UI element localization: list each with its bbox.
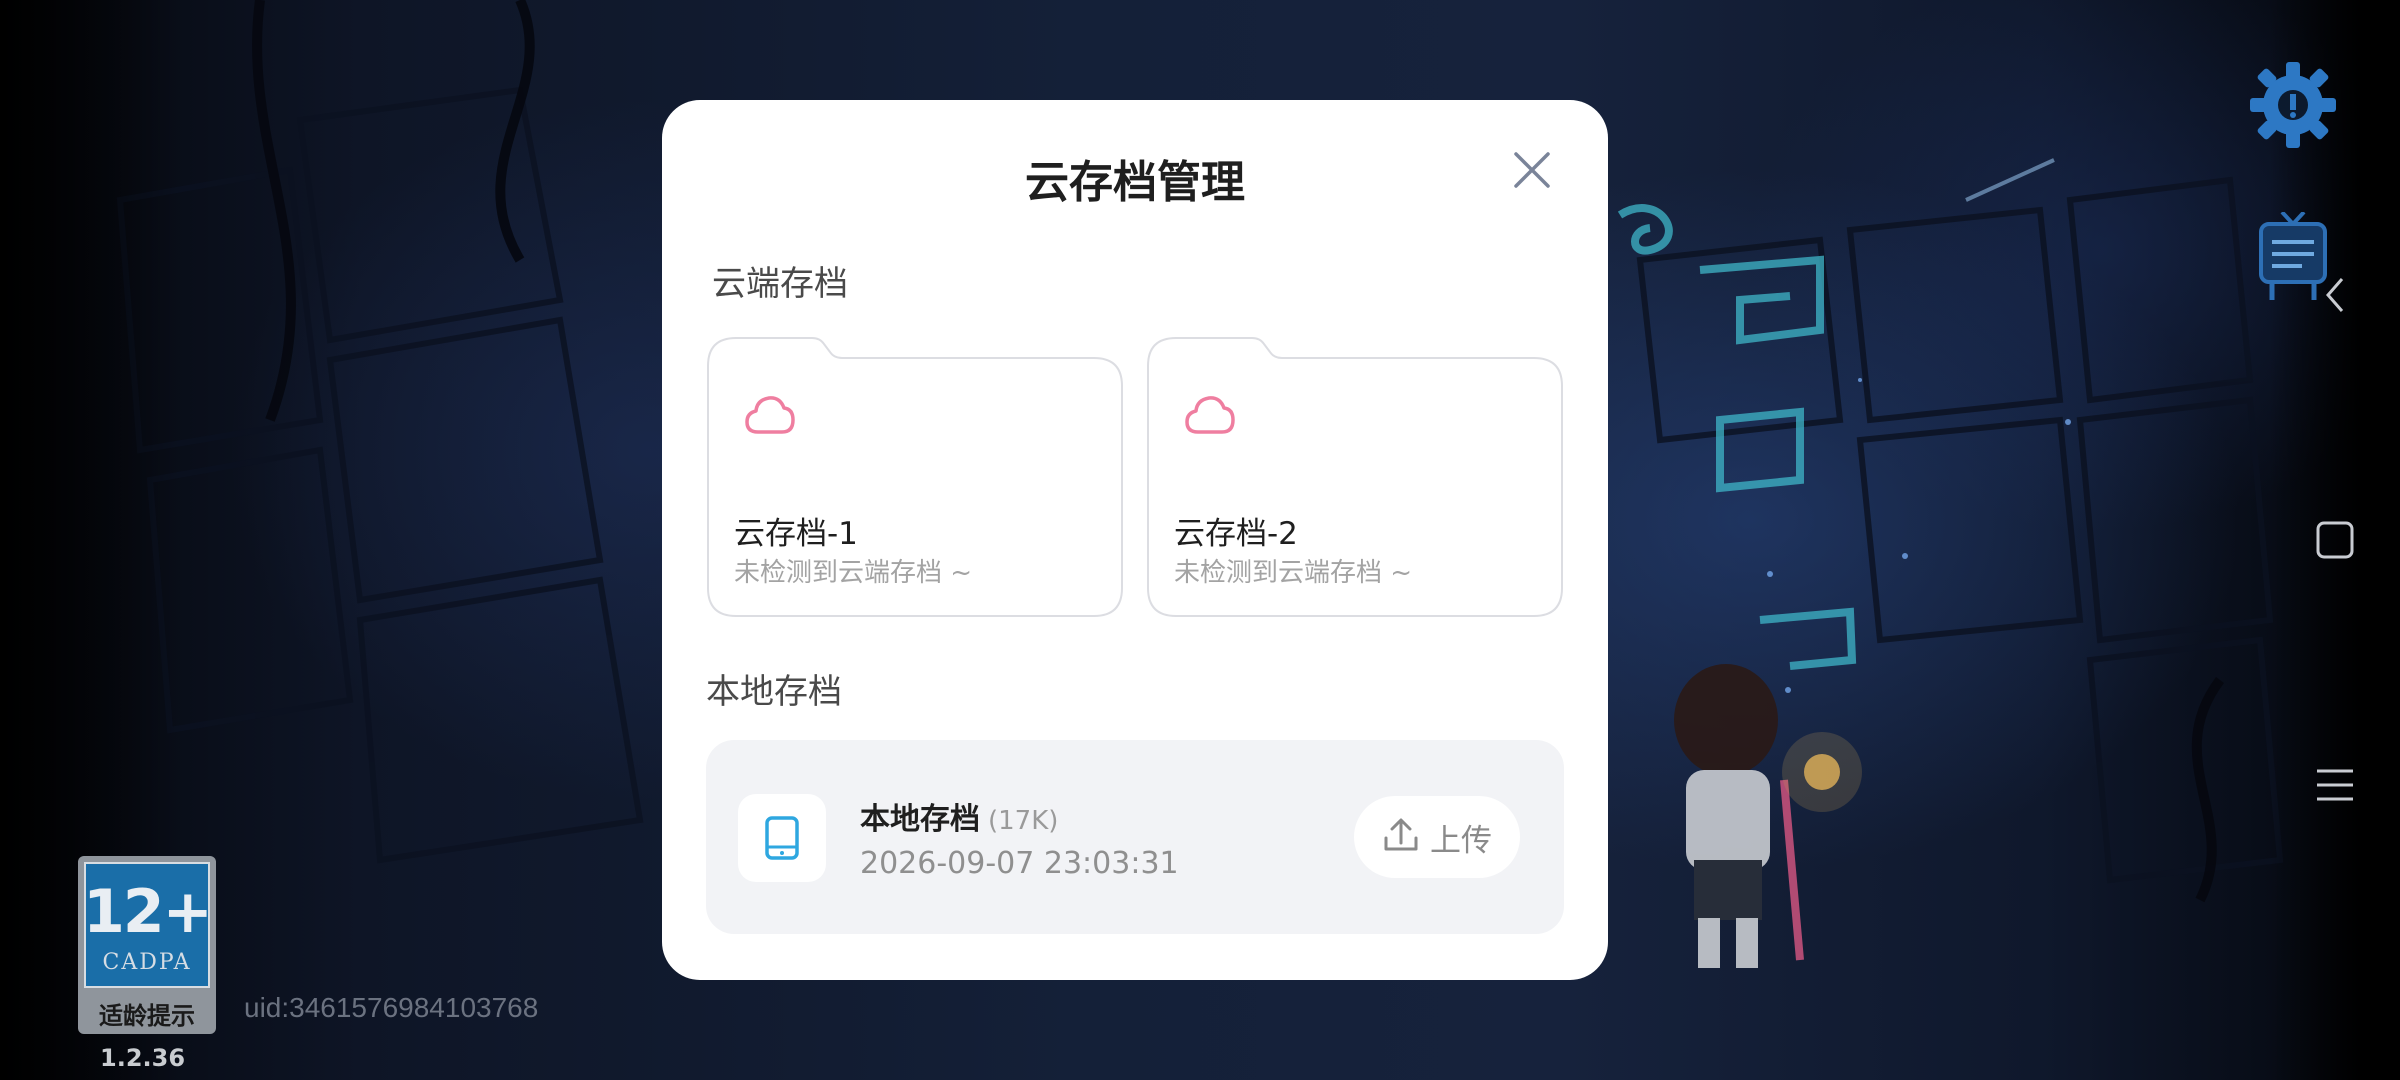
local-section-title: 本地存档	[706, 672, 842, 712]
local-save-title: 本地存档 (17K)	[860, 794, 1058, 838]
rating-org: CADPA	[102, 950, 192, 975]
slot-name: 云存档-2	[1174, 516, 1298, 552]
local-save-size: (17K)	[988, 806, 1059, 836]
gear-icon[interactable]	[2250, 62, 2336, 148]
age-rating: 12+	[83, 877, 213, 947]
menu-lines-icon[interactable]	[2310, 760, 2360, 810]
phone-icon	[738, 794, 826, 882]
cloud-save-dialog: 云存档管理 云端存档 云存档-1 未检测到云端存档 ~ 云存档-2 未检测到云端…	[662, 100, 1608, 980]
upload-icon	[1382, 816, 1420, 858]
close-icon[interactable]	[1510, 148, 1554, 192]
cloud-icon	[1184, 394, 1236, 436]
local-save-timestamp: 2026-09-07 23:03:31	[860, 846, 1179, 881]
home-square-icon[interactable]	[2310, 515, 2360, 565]
cloud-slot-2[interactable]: 云存档-2 未检测到云端存档 ~	[1146, 336, 1564, 618]
upload-button[interactable]: 上传	[1354, 796, 1520, 878]
dialog-title: 云存档管理	[1025, 157, 1245, 208]
version-label: 1.2.36	[100, 1044, 186, 1072]
upload-label: 上传	[1430, 822, 1492, 859]
slot-status: 未检测到云端存档 ~	[734, 558, 973, 588]
local-save-card: 本地存档 (17K) 2026-09-07 23:03:31 上传	[706, 740, 1564, 934]
local-save-name: 本地存档	[860, 802, 980, 837]
age-tip-label: 适龄提示	[99, 1002, 195, 1030]
uid-label: uid:3461576984103768	[244, 992, 539, 1023]
cloud-icon	[744, 394, 796, 436]
slot-status: 未检测到云端存档 ~	[1174, 558, 1413, 588]
age-rating-badge: 12+ CADPA 适龄提示	[78, 856, 216, 1034]
cloud-slot-1[interactable]: 云存档-1 未检测到云端存档 ~	[706, 336, 1124, 618]
back-chevron-icon[interactable]	[2310, 270, 2360, 320]
cloud-section-title: 云端存档	[712, 264, 848, 304]
slot-name: 云存档-1	[734, 516, 858, 552]
